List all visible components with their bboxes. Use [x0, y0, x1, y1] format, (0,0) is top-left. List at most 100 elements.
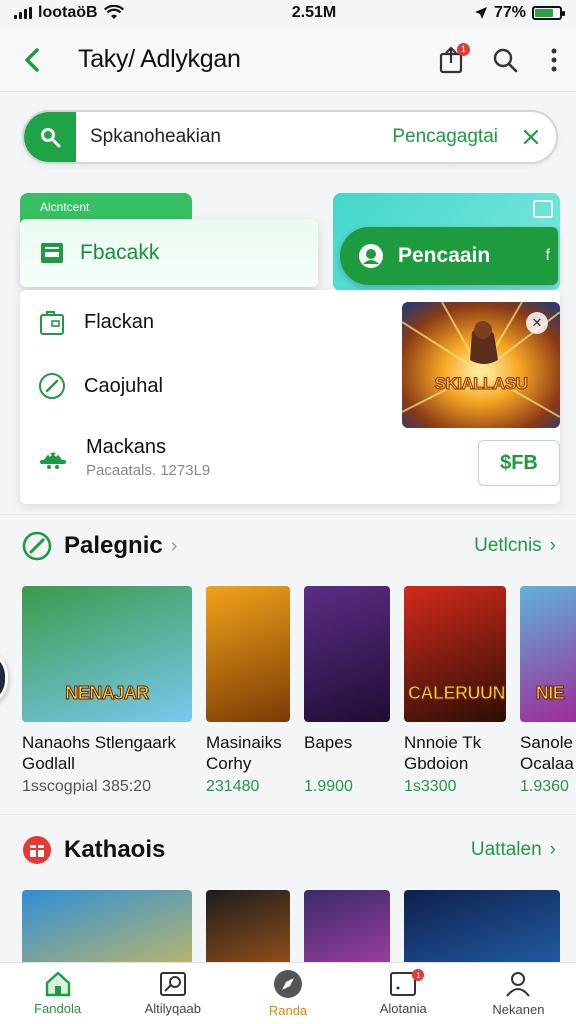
chevron-right-icon[interactable]: ›: [171, 535, 178, 558]
promo-banner[interactable]: ✕ SKIALLASU: [402, 302, 560, 428]
back-button[interactable]: [0, 28, 64, 92]
nav-item-explore[interactable]: Randa: [230, 963, 345, 1024]
game-rating: 1.9900: [304, 778, 353, 795]
battery-percent: 77%: [493, 4, 526, 21]
game-card[interactable]: CALERUUN Nnnoie Tk Gbdoion 1s3300: [404, 586, 506, 796]
game-title-art: CALERUUN: [408, 683, 507, 704]
game-card[interactable]: Bapes 1.9900: [304, 586, 390, 796]
wifi-icon: [103, 5, 124, 19]
game-card[interactable]: NIE Sanole Ocalaa 1.9360: [520, 586, 576, 796]
tab-label: Pencaain: [398, 244, 491, 267]
kebab-menu-icon: [551, 48, 557, 71]
person-icon: [506, 972, 531, 997]
close-promo-button[interactable]: ✕: [526, 312, 548, 334]
game-thumbnail: CALERUUN: [404, 586, 506, 722]
nav-label: Altilyqaab: [144, 1001, 201, 1016]
search-icon: [493, 48, 518, 72]
tab-fbacakk[interactable]: Fbacakk: [20, 219, 318, 287]
see-all-link[interactable]: Uattalen ›: [471, 839, 556, 861]
game-name-line1: Nnnoie Tk: [404, 733, 482, 752]
nav-item-inbox[interactable]: 1 Alotania: [346, 963, 461, 1024]
more-options-button[interactable]: [532, 33, 576, 87]
nav-label: Randa: [268, 1003, 308, 1018]
divider: [0, 514, 576, 515]
chevron-left-icon: [25, 47, 39, 72]
search-filter-tag[interactable]: Pencagagtai: [392, 126, 514, 148]
game-name: Masinaiks Corhy: [206, 732, 290, 774]
menu-item-label: Mackans: [86, 436, 167, 458]
page-title: Taky/ Adlykgan: [78, 45, 241, 73]
menu-item-mackans[interactable]: Mackans Pacaatals. 1273L9: [20, 436, 400, 479]
close-icon: [523, 129, 539, 145]
clear-search-button[interactable]: [514, 120, 548, 154]
game-thumbnail: NIE: [520, 586, 576, 722]
shop-bag-icon: [40, 311, 64, 335]
menu-item-caojuhal[interactable]: Caojuhal: [20, 372, 400, 400]
see-all-link[interactable]: Uetlcnis ›: [474, 535, 556, 557]
share-button[interactable]: 1: [424, 33, 478, 87]
floating-handle[interactable]: [0, 650, 8, 706]
nav-label: Fandola: [34, 1001, 82, 1016]
game-name-line1: Sanole: [520, 733, 573, 752]
game-name-line2: Gbdoion: [404, 754, 469, 773]
compass-icon: [274, 970, 302, 998]
game-thumbnail: [304, 586, 390, 722]
game-rating: 1sscogpial 385:20: [22, 778, 151, 795]
price-button[interactable]: $FB: [478, 440, 560, 486]
game-name: Nanaohs Stlengaark Godlall: [22, 732, 192, 774]
search-bar: Pencagagtai: [22, 110, 558, 164]
card-icon: [41, 243, 63, 263]
battery-icon: [532, 6, 565, 20]
game-name-line2: Ocalaa: [520, 754, 574, 773]
search-input[interactable]: [76, 112, 393, 162]
game-card[interactable]: Masinaiks Corhy 231480: [206, 586, 290, 796]
bottom-navigation: Fandola Altilyqaab Randa 1 Alotania Neka…: [0, 962, 576, 1024]
nav-label: Nekanen: [492, 1002, 545, 1017]
app-header: Taky/ Adlykgan 1: [0, 28, 576, 92]
menu-item-label: Caojuhal: [84, 374, 163, 397]
home-icon: [45, 971, 70, 997]
menu-item-flackan[interactable]: Flackan: [20, 308, 400, 336]
nav-item-gallery[interactable]: Altilyqaab: [115, 963, 230, 1024]
game-name: Sanole Ocalaa: [520, 732, 576, 774]
carrier-label: lootaöB: [38, 4, 98, 21]
section-title: Palegnic: [64, 532, 163, 559]
menu-card: Flackan Caojuhal Mackans Pacaatals. 1273…: [20, 290, 560, 504]
game-thumbnail: [206, 586, 290, 722]
status-bar: lootaöB 2.51M 77%: [0, 0, 576, 26]
menu-item-label: Flackan: [84, 310, 155, 333]
notification-badge: 1: [457, 42, 470, 56]
game-name-line2: Corhy: [206, 754, 252, 773]
check-circle-icon: [39, 373, 65, 399]
checkbox-icon[interactable]: [533, 200, 553, 218]
nav-item-profile[interactable]: Nekanen: [461, 963, 576, 1024]
nav-badge: 1: [412, 969, 425, 981]
tab-label: Fbacakk: [80, 241, 160, 264]
gift-icon: [23, 836, 51, 864]
location-arrow-icon: [474, 7, 487, 19]
game-name: Nnnoie Tk Gbdoion: [404, 732, 506, 774]
see-all-label: Uetlcnis: [474, 535, 542, 556]
game-rating: 231480: [206, 778, 260, 795]
chevron-right-icon: ›: [549, 839, 556, 860]
app-screen: lootaöB 2.51M 77% Taky/ Adlykgan 1 Spkan…: [0, 0, 576, 1024]
nav-item-home[interactable]: Fandola: [0, 963, 115, 1024]
search-submit-button[interactable]: [24, 112, 76, 162]
image-frame-icon: [159, 972, 186, 996]
search-button[interactable]: [478, 33, 532, 87]
game-rating: 1s3300: [404, 778, 457, 795]
nav-label: Alotania: [379, 1001, 427, 1016]
game-thumbnail: NENAJAR: [22, 586, 192, 722]
android-icon: [40, 452, 66, 469]
signal-icon: [14, 7, 32, 19]
tab-suffix: f: [545, 247, 550, 264]
game-name-line2: [304, 753, 390, 774]
game-card[interactable]: NENAJAR Nanaohs Stlengaark Godlall 1sscogpi…: [22, 586, 192, 796]
clock: 2.51M: [291, 4, 337, 21]
menu-item-subtext: Pacaatals. 1273L9: [86, 462, 211, 479]
game-name: Bapes: [304, 732, 390, 774]
game-title-art: NIE: [535, 683, 565, 704]
tab-pencaain[interactable]: Pencaain f: [340, 227, 558, 285]
game-name-line2: Godlall: [22, 754, 75, 773]
search-icon: [41, 128, 61, 148]
